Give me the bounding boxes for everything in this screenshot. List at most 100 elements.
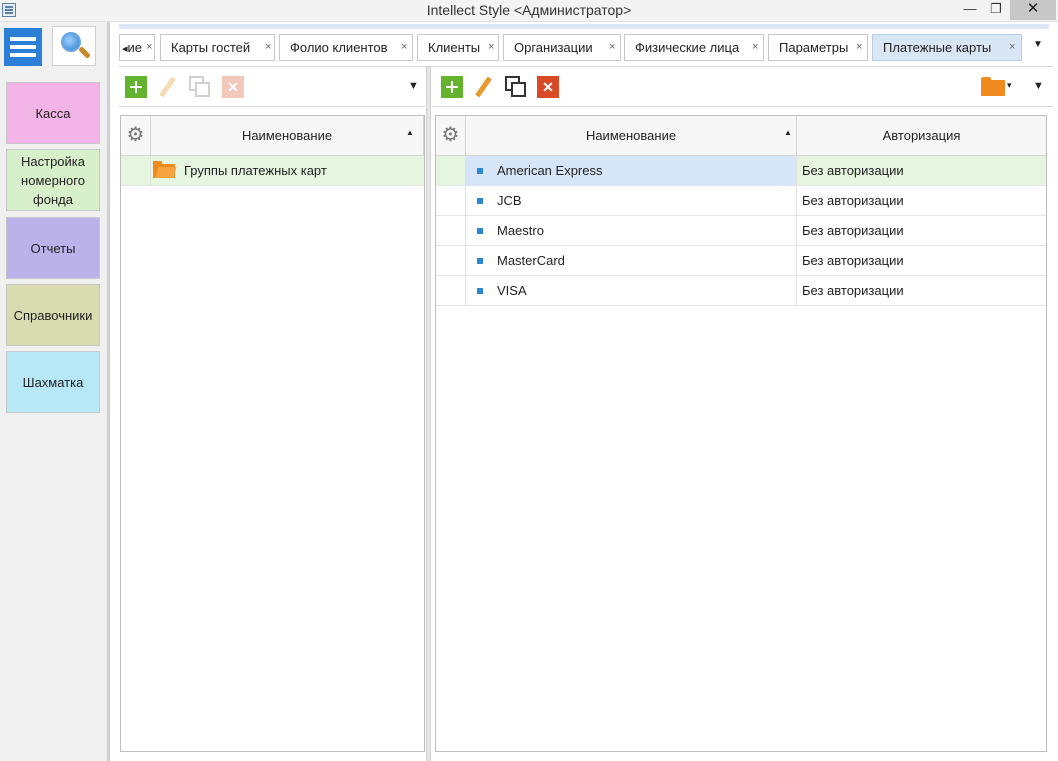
table-row[interactable]: Группы платежных карт (121, 156, 424, 186)
close-window-button[interactable]: ✕ (1010, 0, 1056, 20)
folder-dropdown-icon[interactable]: ▾ (1007, 80, 1012, 91)
table-row[interactable]: MasterCard Без авторизации (436, 246, 1046, 276)
gear-icon[interactable]: ⚙ (121, 116, 151, 156)
hamburger-icon-line (10, 45, 36, 49)
tab-parameters[interactable]: Параметры × (768, 34, 868, 61)
sidebar-item-label: Шахматка (22, 374, 84, 390)
sidebar-item-label: Справочники (13, 307, 93, 323)
column-header-name[interactable]: Наименование (466, 116, 797, 156)
right-toolbar-dropdown-icon[interactable]: ▼ (1033, 80, 1044, 92)
column-header-name[interactable]: Наименование (151, 116, 424, 156)
card-authorization[interactable]: Без авторизации (797, 246, 904, 276)
card-authorization[interactable]: Без авторизации (797, 186, 904, 216)
folder-icon[interactable] (981, 77, 1005, 96)
search-button[interactable] (52, 26, 96, 66)
table-row[interactable]: VISA Без авторизации (436, 276, 1046, 306)
sidebar-item-kassa[interactable]: Касса (6, 82, 100, 144)
sidebar-item-label: Настройка номерного фонда (21, 153, 85, 207)
card-name[interactable]: Maestro (466, 216, 797, 246)
tab-label: Платежные карты (883, 40, 992, 55)
card-authorization[interactable]: Без авторизации (797, 276, 904, 306)
tab-label: Карты гостей (171, 40, 251, 55)
delete-button[interactable]: ✕ (537, 76, 559, 98)
tab-label: Физические лица (635, 40, 740, 55)
card-bullet-icon (477, 258, 483, 264)
table-row[interactable]: American Express Без авторизации (436, 156, 1046, 186)
tab-close-icon[interactable]: × (146, 35, 152, 60)
tab-close-icon[interactable]: × (609, 35, 615, 60)
tab-label: Фолио клиентов (290, 40, 388, 55)
column-header-label: Авторизация (882, 128, 961, 143)
tabs-overflow-dropdown-icon[interactable]: ▼ (1033, 39, 1043, 50)
tab-close-icon[interactable]: × (401, 35, 407, 60)
row-selector[interactable] (436, 276, 466, 306)
tab-close-icon[interactable]: × (856, 35, 862, 60)
card-name[interactable]: VISA (466, 276, 797, 306)
copy-button[interactable] (189, 76, 211, 98)
pencil-icon (475, 76, 492, 98)
add-button[interactable] (125, 76, 147, 98)
group-name: Группы платежных карт (184, 163, 327, 178)
row-selector[interactable] (436, 246, 466, 276)
row-selector[interactable] (121, 156, 151, 186)
sidebar-item-directories[interactable]: Справочники (6, 284, 100, 346)
tab-close-icon[interactable]: × (1009, 35, 1015, 60)
sort-ascending-icon: ▲ (784, 128, 792, 137)
minimize-button[interactable]: — (956, 0, 984, 20)
payment-cards-grid: ⚙ Наименование ▲ Авторизация American Ex… (435, 115, 1047, 752)
tab-client-folios[interactable]: Фолио клиентов × (279, 34, 413, 61)
sidebar-item-room-fund-settings[interactable]: Настройка номерного фонда (6, 149, 100, 211)
tab-close-icon[interactable]: × (265, 35, 271, 60)
card-bullet-icon (477, 168, 483, 174)
edit-button[interactable] (156, 76, 178, 98)
pencil-icon (159, 76, 176, 98)
tabs-separator (119, 66, 1053, 67)
hamburger-menu-button[interactable] (4, 28, 42, 66)
groups-grid: ⚙ Наименование ▲ Группы платежных карт (120, 115, 425, 752)
left-toolbar-dropdown-icon[interactable]: ▼ (408, 80, 419, 92)
card-name[interactable]: JCB (466, 186, 797, 216)
column-header-label: Наименование (585, 128, 677, 143)
sort-ascending-icon: ▲ (406, 128, 414, 137)
add-button[interactable] (441, 76, 463, 98)
tab-close-icon[interactable]: × (752, 35, 758, 60)
sidebar-item-label: Касса (35, 105, 71, 121)
tab-close-icon[interactable]: × (488, 35, 494, 60)
hamburger-icon-line (10, 53, 36, 57)
table-row[interactable]: JCB Без авторизации (436, 186, 1046, 216)
maximize-button[interactable]: ❐ (982, 0, 1010, 20)
folder-open-icon (153, 161, 175, 178)
tab-individuals[interactable]: Физические лица × (624, 34, 764, 61)
toolbar-separator (433, 106, 1053, 107)
gear-icon[interactable]: ⚙ (436, 116, 466, 156)
tab-truncated[interactable]: ◂ие × (119, 34, 155, 61)
tab-organizations[interactable]: Организации × (503, 34, 621, 61)
card-bullet-icon (477, 228, 483, 234)
card-authorization[interactable]: Без авторизации (797, 156, 904, 186)
tab-label: ие (127, 40, 143, 55)
table-row[interactable]: Maestro Без авторизации (436, 216, 1046, 246)
row-selector[interactable] (436, 216, 466, 246)
tab-clients[interactable]: Клиенты × (417, 34, 499, 61)
card-name[interactable]: MasterCard (466, 246, 797, 276)
window-title: Intellect Style <Администратор> (426, 2, 632, 18)
sidebar-item-reports[interactable]: Отчеты (6, 217, 100, 279)
row-selector[interactable] (436, 186, 466, 216)
delete-button[interactable]: ✕ (222, 76, 244, 98)
column-header-authorization[interactable]: Авторизация (797, 116, 1046, 156)
row-selector[interactable] (436, 156, 466, 186)
sidebar-item-chessboard[interactable]: Шахматка (6, 351, 100, 413)
hamburger-icon (10, 37, 36, 41)
edit-button[interactable] (472, 76, 494, 98)
copy-icon-back (511, 82, 526, 97)
tab-label: Клиенты (428, 40, 481, 55)
tab-guest-cards[interactable]: Карты гостей × (160, 34, 275, 61)
sidebar: Касса Настройка номерного фонда Отчеты С… (0, 22, 110, 761)
copy-icon-back (195, 82, 210, 97)
column-header-label: Наименование (241, 128, 333, 143)
copy-button[interactable] (505, 76, 527, 98)
card-authorization[interactable]: Без авторизации (797, 216, 904, 246)
tab-payment-cards[interactable]: Платежные карты × (872, 34, 1022, 61)
panel-splitter[interactable] (426, 67, 431, 761)
card-name[interactable]: American Express (466, 156, 797, 186)
